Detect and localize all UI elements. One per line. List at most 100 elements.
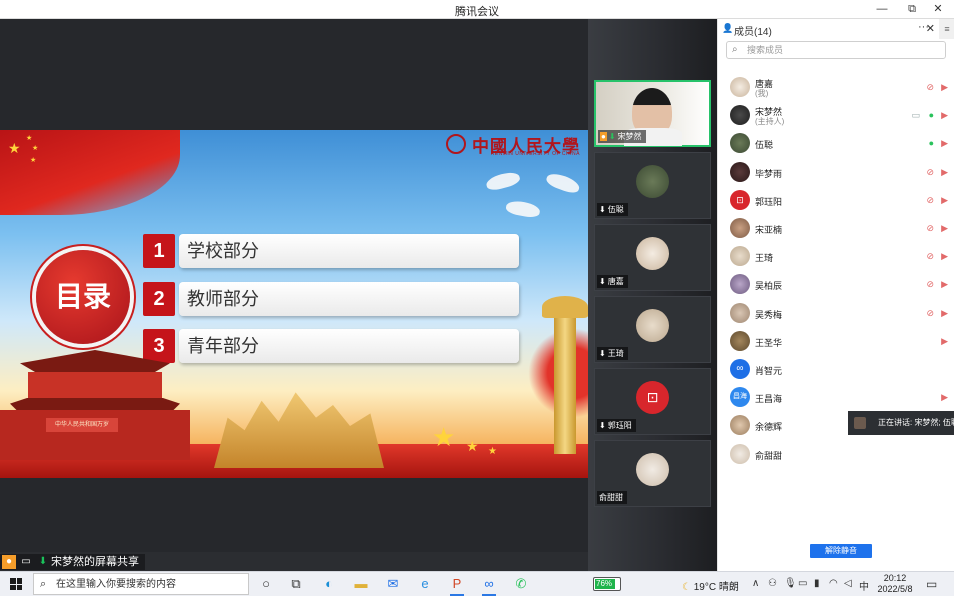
camera-off-icon[interactable]: ▶ — [941, 167, 948, 178]
mic-icon: ⬇ — [38, 556, 48, 567]
avatar — [730, 161, 750, 182]
avatar — [636, 237, 669, 270]
panel-menu-icon[interactable]: ≡ — [939, 19, 954, 39]
camera-off-icon[interactable]: ▶ — [941, 195, 948, 206]
mic-muted-icon[interactable]: ⊘ — [926, 279, 934, 290]
mic-muted-icon[interactable]: ⊘ — [926, 167, 934, 178]
avatar — [730, 330, 750, 351]
window-titlebar: 腾讯会议 — ⧉ ✕ — [0, 0, 954, 19]
clock-time: 20:12 — [883, 573, 907, 583]
window-title: 腾讯会议 — [455, 6, 499, 18]
tiananmen-illustration: 中华人民共和国万岁 — [0, 350, 190, 460]
video-tile[interactable]: ⬇ 唐嘉 — [594, 224, 711, 291]
members-panel-header: 👤 成员(14) ··· ✕ ≡ — [718, 19, 954, 39]
member-row[interactable]: 宋梦然 (主持人) ▭ ● ▶ — [726, 101, 948, 129]
mic-icon[interactable]: ● — [929, 138, 934, 148]
battery-tray-icon[interactable]: ▮ — [814, 578, 820, 589]
tencent-meeting-icon[interactable]: ∞ — [480, 575, 498, 596]
member-row[interactable]: 昌海 王昌海 ▶ — [726, 383, 948, 411]
weather-widget[interactable]: ☾ 19°C 晴朗 — [682, 578, 739, 593]
member-row[interactable]: 吴秀梅 ⊘ ▶ — [726, 299, 948, 327]
task-view-icon[interactable]: ⧉ — [287, 575, 305, 593]
chevron-up-icon[interactable]: ∧ — [752, 578, 759, 589]
volume-icon[interactable]: ◁ — [844, 578, 852, 589]
close-panel-button[interactable]: ✕ — [926, 22, 935, 35]
camera-off-icon[interactable]: ▶ — [941, 82, 948, 93]
member-name: 郭珏阳 — [755, 196, 783, 207]
battery-indicator[interactable]: 76% — [593, 577, 621, 591]
camera-off-icon[interactable]: ▶ — [941, 110, 948, 121]
wifi-icon[interactable]: ◠ — [829, 578, 838, 589]
member-row[interactable]: 毕梦雨 ⊘ ▶ — [726, 158, 948, 186]
camera-off-icon[interactable]: ▶ — [941, 336, 948, 347]
member-name: 余德辉 — [755, 422, 783, 433]
mic-muted-icon[interactable]: ⊘ — [926, 195, 934, 206]
mic-muted-icon[interactable]: ⊘ — [926, 308, 934, 319]
member-row[interactable]: 王琦 ⊘ ▶ — [726, 242, 948, 270]
taskbar-search-input[interactable] — [56, 577, 246, 592]
person-icon[interactable]: ⚇ — [768, 578, 777, 589]
close-window-button[interactable]: ✕ — [926, 0, 950, 19]
member-search[interactable]: ⌕ — [726, 41, 946, 59]
search-icon: ⌕ — [40, 578, 47, 590]
video-tile-column[interactable]: ● ⬇ 宋梦然 ⬇ 伍聪 ⬇ 唐嘉 ⬇ 王琦 ⊡ ⬇ 郭珏阳 俞甜甜 — [588, 19, 717, 571]
video-tile[interactable]: ⬇ 伍聪 — [594, 152, 711, 219]
video-tile[interactable]: ⬇ 王琦 — [594, 296, 711, 363]
avatar — [730, 77, 750, 97]
member-row[interactable]: ⊡ 郭珏阳 ⊘ ▶ — [726, 186, 948, 214]
display-icon[interactable]: ▭ — [798, 578, 807, 589]
edge-browser-icon[interactable]: ◐ — [320, 575, 338, 593]
star-icon: ★ — [432, 422, 456, 452]
windows-start-icon[interactable] — [10, 578, 22, 590]
screen-share-label: 宋梦然的屏幕共享 — [51, 556, 139, 568]
minimize-button[interactable]: — — [870, 0, 894, 19]
speaking-text: 正在讲话: 宋梦然; 伍聪 — [878, 418, 954, 427]
camera-off-icon[interactable]: ▶ — [941, 138, 948, 149]
avatar — [730, 415, 750, 436]
camera-off-icon[interactable]: ▶ — [941, 279, 948, 290]
avatar: 昌海 — [730, 387, 750, 408]
video-tile[interactable]: ⊡ ⬇ 郭珏阳 — [594, 368, 711, 435]
screen-share-icon: ▭ — [911, 110, 920, 121]
maximize-button[interactable]: ⧉ — [900, 0, 924, 19]
mail-icon[interactable]: ✉ — [384, 575, 402, 593]
avatar — [730, 105, 750, 126]
mic-muted-icon: ⬇ — [599, 349, 606, 358]
member-row[interactable]: ∞ 肖智元 — [726, 355, 948, 383]
video-tile[interactable]: ● ⬇ 宋梦然 — [594, 80, 711, 147]
member-row[interactable]: 宋亚楠 ⊘ ▶ — [726, 214, 948, 242]
video-tile[interactable]: 俞甜甜 — [594, 440, 711, 507]
file-explorer-icon[interactable]: ▬ — [352, 575, 370, 593]
member-row[interactable]: 俞甜甜 — [726, 440, 948, 468]
member-row[interactable]: 吴柏辰 ⊘ ▶ — [726, 270, 948, 298]
microphone-icon[interactable]: 🎙 — [784, 578, 797, 589]
member-search-input[interactable] — [747, 43, 937, 57]
notification-icon[interactable]: ▭ — [926, 577, 937, 591]
mic-muted-icon[interactable]: ⊘ — [926, 251, 934, 262]
avatar — [730, 443, 750, 464]
mic-muted-icon[interactable]: ⊘ — [926, 223, 934, 234]
camera-off-icon[interactable]: ▶ — [941, 308, 948, 319]
desktop-screen: 腾讯会议 — ⧉ ✕ ★ ★ ★ ★ 中國人民大學 RENMIN UNIVERS… — [0, 0, 954, 596]
camera-off-icon[interactable]: ▶ — [941, 392, 948, 403]
unmute-all-button[interactable]: 解除静音 — [810, 544, 872, 558]
taskbar-clock[interactable]: 20:12 2022/5/8 — [875, 573, 915, 595]
member-row[interactable]: 王圣华 ▶ — [726, 327, 948, 355]
cortana-icon[interactable]: ○ — [257, 575, 275, 593]
powerpoint-icon[interactable]: P — [448, 575, 466, 596]
mic-muted-icon[interactable]: ⊘ — [926, 82, 934, 93]
shared-screen-stage[interactable]: ★ ★ ★ ★ 中國人民大學 RENMIN UNIVERSITY OF CHIN… — [0, 19, 588, 570]
mic-icon[interactable]: ● — [929, 110, 934, 120]
wechat-icon[interactable]: ✆ — [512, 575, 530, 593]
ie-browser-icon[interactable]: e — [416, 575, 434, 593]
member-name: 伍聪 — [755, 140, 774, 151]
member-row[interactable]: 唐嘉 (我) ⊘ ▶ — [726, 73, 948, 101]
host-icon: ● — [600, 132, 607, 141]
star-icon: ★ — [8, 140, 21, 156]
taskbar-search[interactable]: ⌕ — [33, 573, 249, 595]
ime-indicator[interactable]: 中 — [859, 578, 869, 593]
star-icon: ★ — [32, 145, 39, 152]
camera-off-icon[interactable]: ▶ — [941, 223, 948, 234]
camera-off-icon[interactable]: ▶ — [941, 251, 948, 262]
member-row[interactable]: 伍聪 ● ▶ — [726, 129, 948, 157]
